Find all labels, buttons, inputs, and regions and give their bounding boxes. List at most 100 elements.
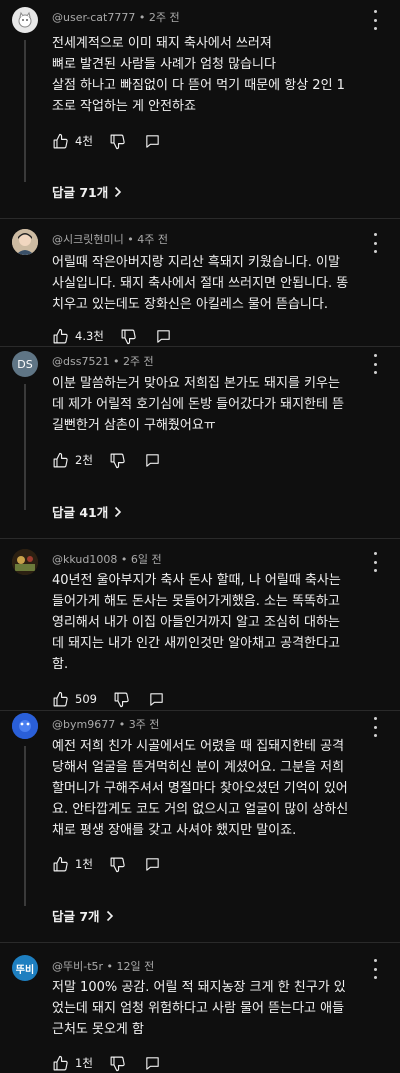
- replies-label: 답글 71개: [52, 185, 109, 200]
- comment-text: 전세계적으로 이미 돼지 축사에서 쓰러져 뼈로 발견된 사람들 사례가 엄청 …: [52, 36, 345, 114]
- comment-meta: @user-cat7777 • 2주 전: [52, 9, 180, 25]
- view-replies-button[interactable]: 답글 41개: [52, 502, 122, 521]
- dislike-button[interactable]: [120, 328, 137, 345]
- thumbs-down-icon: [110, 857, 125, 872]
- like-button[interactable]: [52, 452, 69, 469]
- comment-author[interactable]: @bym9677: [52, 718, 115, 731]
- thumbs-down-icon: [121, 329, 136, 344]
- view-replies-button[interactable]: 답글 7개: [52, 906, 114, 925]
- replies-label: 답글 7개: [52, 909, 100, 924]
- avatar[interactable]: DS: [12, 351, 38, 377]
- reply-comment-icon: [146, 857, 159, 871]
- dislike-button[interactable]: [109, 452, 126, 469]
- avatar[interactable]: 뚜비: [12, 955, 38, 981]
- thumbs-down-icon: [110, 453, 125, 468]
- comment-author[interactable]: @kkud1008: [52, 553, 117, 566]
- avatar-initials: 뚜비: [15, 964, 35, 976]
- thumbs-down-icon: [110, 1056, 125, 1071]
- like-button[interactable]: [52, 133, 69, 150]
- comment-author[interactable]: @뚜비-t5r: [52, 960, 103, 973]
- comment-author[interactable]: @user-cat7777: [52, 11, 135, 24]
- dislike-button[interactable]: [113, 691, 130, 708]
- reply-comment-icon: [157, 329, 170, 343]
- reply-comment-icon: [150, 692, 163, 706]
- comment-actions: 509: [52, 689, 165, 709]
- like-count: 1천: [75, 1056, 93, 1070]
- thumbs-up-icon: [53, 452, 68, 467]
- comment-time: 4주 전: [137, 233, 168, 246]
- comment-meta: @kkud1008 • 6일 전: [52, 551, 162, 567]
- comment-meta: @시크릿현미니 • 4주 전: [52, 231, 168, 247]
- like-count: 2천: [75, 453, 93, 467]
- comment-text: 어릴때 작은아버지랑 지리산 흑돼지 키웠습니다. 이말 사실입니다. 돼지 축…: [52, 255, 349, 312]
- comment-author[interactable]: @dss7521: [52, 355, 109, 368]
- comment-divider: [0, 942, 400, 943]
- comment-divider: [0, 710, 400, 711]
- thumbs-up-icon: [53, 856, 68, 871]
- more-options-icon[interactable]: [368, 552, 382, 572]
- comment-actions: 4천: [52, 131, 161, 151]
- comment-actions: 2천: [52, 450, 161, 470]
- meta-separator: •: [115, 718, 129, 731]
- like-button[interactable]: [52, 328, 69, 345]
- avatar[interactable]: [12, 229, 38, 255]
- thumbs-up-icon: [53, 133, 68, 148]
- comment-divider: [0, 346, 400, 347]
- like-button[interactable]: [52, 691, 69, 708]
- comment-meta: @뚜비-t5r • 12일 전: [52, 958, 154, 974]
- reply-thread-line: [24, 384, 26, 510]
- comment-author[interactable]: @시크릿현미니: [52, 233, 124, 246]
- reply-button[interactable]: [148, 691, 165, 708]
- comment-text: 이분 말씀하는거 맞아요 저희집 본가도 돼지를 키우는 데 제가 어릴적 호기…: [52, 376, 345, 433]
- reply-button[interactable]: [144, 856, 161, 873]
- reply-comment-icon: [146, 453, 159, 467]
- dislike-button[interactable]: [109, 133, 126, 150]
- dislike-button[interactable]: [109, 856, 126, 873]
- chevron-right-icon: [106, 910, 113, 921]
- more-options-icon[interactable]: [368, 354, 382, 374]
- meta-separator: •: [103, 960, 117, 973]
- meta-separator: •: [117, 553, 131, 566]
- like-button[interactable]: [52, 856, 69, 873]
- meta-separator: •: [135, 11, 149, 24]
- cat-avatar-icon: [18, 11, 32, 28]
- reply-thread-line: [24, 40, 26, 182]
- thumbs-up-icon: [53, 1055, 68, 1070]
- comment-meta: @dss7521 • 2주 전: [52, 353, 154, 369]
- comment-actions: 1천: [52, 1053, 161, 1073]
- more-options-icon[interactable]: [368, 10, 382, 30]
- more-options-icon[interactable]: [368, 717, 382, 737]
- blue-dot-avatar-icon: [12, 713, 38, 739]
- more-options-icon[interactable]: [368, 233, 382, 253]
- reply-comment-icon: [146, 1056, 159, 1070]
- avatar[interactable]: [12, 549, 38, 575]
- comment-time: 2주 전: [122, 355, 154, 368]
- chevron-right-icon: [115, 506, 122, 517]
- landscape-avatar-icon: [12, 549, 38, 575]
- like-count: 509: [75, 692, 97, 706]
- comment-time: 2주 전: [148, 11, 180, 24]
- comment-time: 3주 전: [128, 718, 160, 731]
- reply-button[interactable]: [155, 328, 172, 345]
- comment-divider: [0, 538, 400, 539]
- dislike-button[interactable]: [109, 1055, 126, 1072]
- comment-time: 12일 전: [116, 960, 155, 973]
- like-button[interactable]: [52, 1055, 69, 1072]
- reply-button[interactable]: [144, 452, 161, 469]
- reply-button[interactable]: [144, 133, 161, 150]
- comment-actions: 1천: [52, 854, 161, 874]
- avatar-initials: DS: [17, 357, 33, 371]
- reply-button[interactable]: [144, 1055, 161, 1072]
- person-avatar-icon: [12, 229, 38, 255]
- thumbs-up-icon: [53, 328, 68, 343]
- avatar[interactable]: [12, 713, 38, 739]
- like-count: 4천: [75, 134, 93, 148]
- meta-separator: •: [123, 233, 138, 246]
- comment-meta: @bym9677 • 3주 전: [52, 716, 159, 732]
- more-options-icon[interactable]: [368, 959, 382, 979]
- comment-text: 40년전 울아부지가 축사 돈사 할때, 나 어릴때 축사는 들어가게 해도 돈…: [52, 573, 341, 672]
- avatar[interactable]: [12, 7, 38, 33]
- view-replies-button[interactable]: 답글 71개: [52, 182, 122, 201]
- thumbs-down-icon: [114, 692, 129, 707]
- comment-text: 저말 100% 공감. 어릴 적 돼지농장 크게 한 친구가 있 었는데 돼지 …: [52, 980, 346, 1037]
